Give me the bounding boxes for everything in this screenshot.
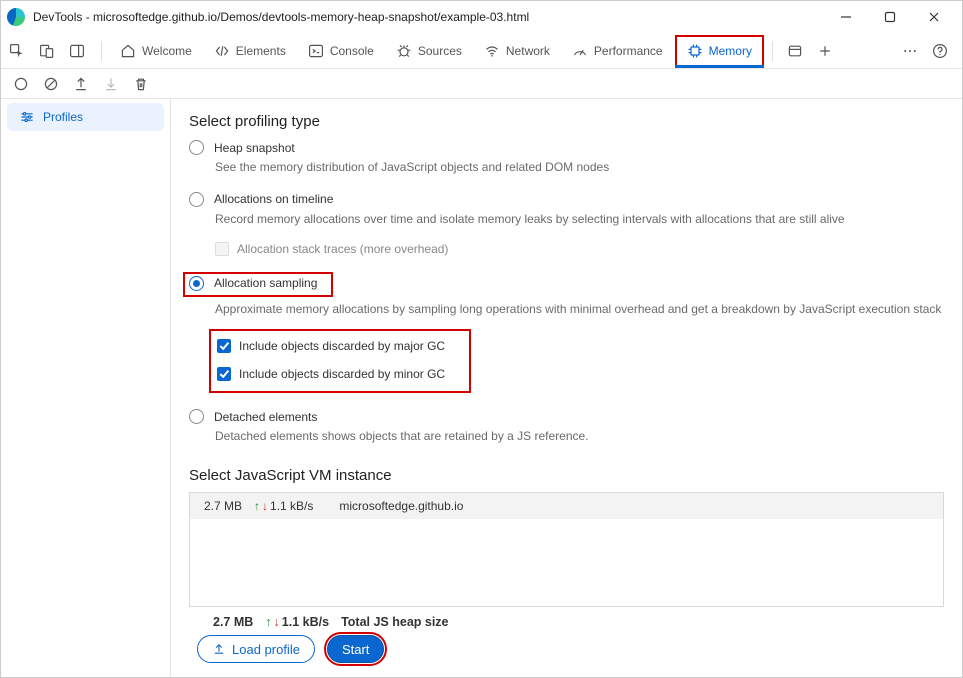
- trash-icon[interactable]: [133, 76, 149, 92]
- tab-label: Welcome: [142, 44, 192, 58]
- profiles-sidebar: Profiles: [1, 99, 171, 677]
- home-icon: [120, 43, 136, 59]
- tab-sources[interactable]: Sources: [386, 35, 472, 67]
- timeline-desc: Record memory allocations over time and …: [215, 211, 944, 228]
- radio-label: Heap snapshot: [214, 141, 295, 155]
- heap-desc: See the memory distribution of JavaScrip…: [215, 159, 944, 176]
- devtools-tabstrip: Welcome Elements Console Sources Network…: [1, 33, 962, 69]
- heap-total-size: 2.7 MB: [213, 615, 253, 629]
- tab-label: Memory: [709, 44, 752, 58]
- drawer-icon[interactable]: [787, 43, 803, 59]
- edge-icon: [7, 8, 25, 26]
- bug-icon: [396, 43, 412, 59]
- vm-host: microsoftedge.github.io: [339, 499, 463, 513]
- button-label: Load profile: [232, 642, 300, 657]
- tab-label: Network: [506, 44, 550, 58]
- arrow-up-icon: ↑: [265, 615, 271, 629]
- tab-console[interactable]: Console: [298, 35, 384, 67]
- vm-instance-heading: Select JavaScript VM instance: [189, 467, 944, 484]
- memory-toolbar: [1, 69, 962, 99]
- dock-icon[interactable]: [69, 43, 85, 59]
- device-toggle-icon[interactable]: [39, 43, 55, 59]
- tab-label: Elements: [236, 44, 286, 58]
- sidebar-item-profiles[interactable]: Profiles: [7, 103, 164, 131]
- window-minimize-button[interactable]: [824, 3, 868, 31]
- radio-label: Allocations on timeline: [214, 192, 333, 206]
- vm-instance-list[interactable]: 2.7 MB ↑ ↓ 1.1 kB/s microsoftedge.github…: [189, 492, 944, 607]
- sidebar-item-label: Profiles: [43, 110, 83, 124]
- code-icon: [214, 43, 230, 59]
- checkbox-major-gc[interactable]: Include objects discarded by major GC: [217, 339, 445, 353]
- window-titlebar: DevTools - microsoftedge.github.io/Demos…: [1, 1, 962, 33]
- inspect-icon[interactable]: [9, 43, 25, 59]
- wifi-icon: [484, 43, 500, 59]
- window-title: DevTools - microsoftedge.github.io/Demos…: [33, 10, 824, 24]
- profiling-type-heading: Select profiling type: [189, 113, 944, 130]
- window-close-button[interactable]: [912, 3, 956, 31]
- radio-detached-elements[interactable]: Detached elements: [189, 409, 944, 424]
- radio-label: Detached elements: [214, 410, 317, 424]
- tab-welcome[interactable]: Welcome: [110, 35, 202, 67]
- heap-stats: 2.7 MB ↑ ↓ 1.1 kB/s Total JS heap size: [189, 607, 944, 633]
- plus-icon[interactable]: [817, 43, 833, 59]
- vm-rate: 1.1 kB/s: [270, 499, 313, 513]
- sampling-desc: Approximate memory allocations by sampli…: [215, 301, 944, 318]
- tab-performance[interactable]: Performance: [562, 35, 673, 67]
- clear-icon[interactable]: [43, 76, 59, 92]
- arrow-down-icon: ↓: [274, 615, 280, 629]
- vm-size: 2.7 MB: [204, 499, 242, 513]
- heap-label: Total JS heap size: [341, 615, 448, 629]
- checkbox-label: Allocation stack traces (more overhead): [237, 242, 448, 256]
- button-label: Start: [342, 642, 369, 657]
- help-icon[interactable]: [926, 37, 954, 65]
- tab-label: Console: [330, 44, 374, 58]
- radio-label: Allocation sampling: [214, 276, 317, 290]
- checkbox-minor-gc[interactable]: Include objects discarded by minor GC: [217, 367, 445, 381]
- arrow-down-icon: ↓: [262, 499, 268, 513]
- detached-desc: Detached elements shows objects that are…: [215, 428, 944, 445]
- more-icon[interactable]: [896, 37, 924, 65]
- radio-allocation-sampling[interactable]: Allocation sampling: [189, 276, 317, 291]
- memory-content: Select profiling type Heap snapshot See …: [171, 99, 962, 677]
- start-button[interactable]: Start: [327, 635, 384, 663]
- load-profile-button[interactable]: Load profile: [197, 635, 315, 663]
- tab-memory[interactable]: Memory: [675, 35, 764, 67]
- vm-instance-row[interactable]: 2.7 MB ↑ ↓ 1.1 kB/s microsoftedge.github…: [190, 493, 943, 519]
- tab-label: Performance: [594, 44, 663, 58]
- radio-allocations-timeline[interactable]: Allocations on timeline: [189, 192, 944, 207]
- tab-network[interactable]: Network: [474, 35, 560, 67]
- checkbox-label: Include objects discarded by minor GC: [239, 367, 445, 381]
- chip-icon: [687, 43, 703, 59]
- arrow-up-icon: ↑: [254, 499, 260, 513]
- tab-elements[interactable]: Elements: [204, 35, 296, 67]
- export-icon[interactable]: [73, 76, 89, 92]
- record-icon[interactable]: [13, 76, 29, 92]
- checkbox-stack-traces[interactable]: Allocation stack traces (more overhead): [215, 242, 944, 256]
- checkbox-label: Include objects discarded by major GC: [239, 339, 445, 353]
- import-icon[interactable]: [103, 76, 119, 92]
- tab-label: Sources: [418, 44, 462, 58]
- upload-icon: [212, 642, 226, 656]
- sliders-icon: [19, 109, 35, 125]
- console-icon: [308, 43, 324, 59]
- window-maximize-button[interactable]: [868, 3, 912, 31]
- radio-heap-snapshot[interactable]: Heap snapshot: [189, 140, 944, 155]
- gauge-icon: [572, 43, 588, 59]
- heap-rate: 1.1 kB/s: [282, 615, 329, 629]
